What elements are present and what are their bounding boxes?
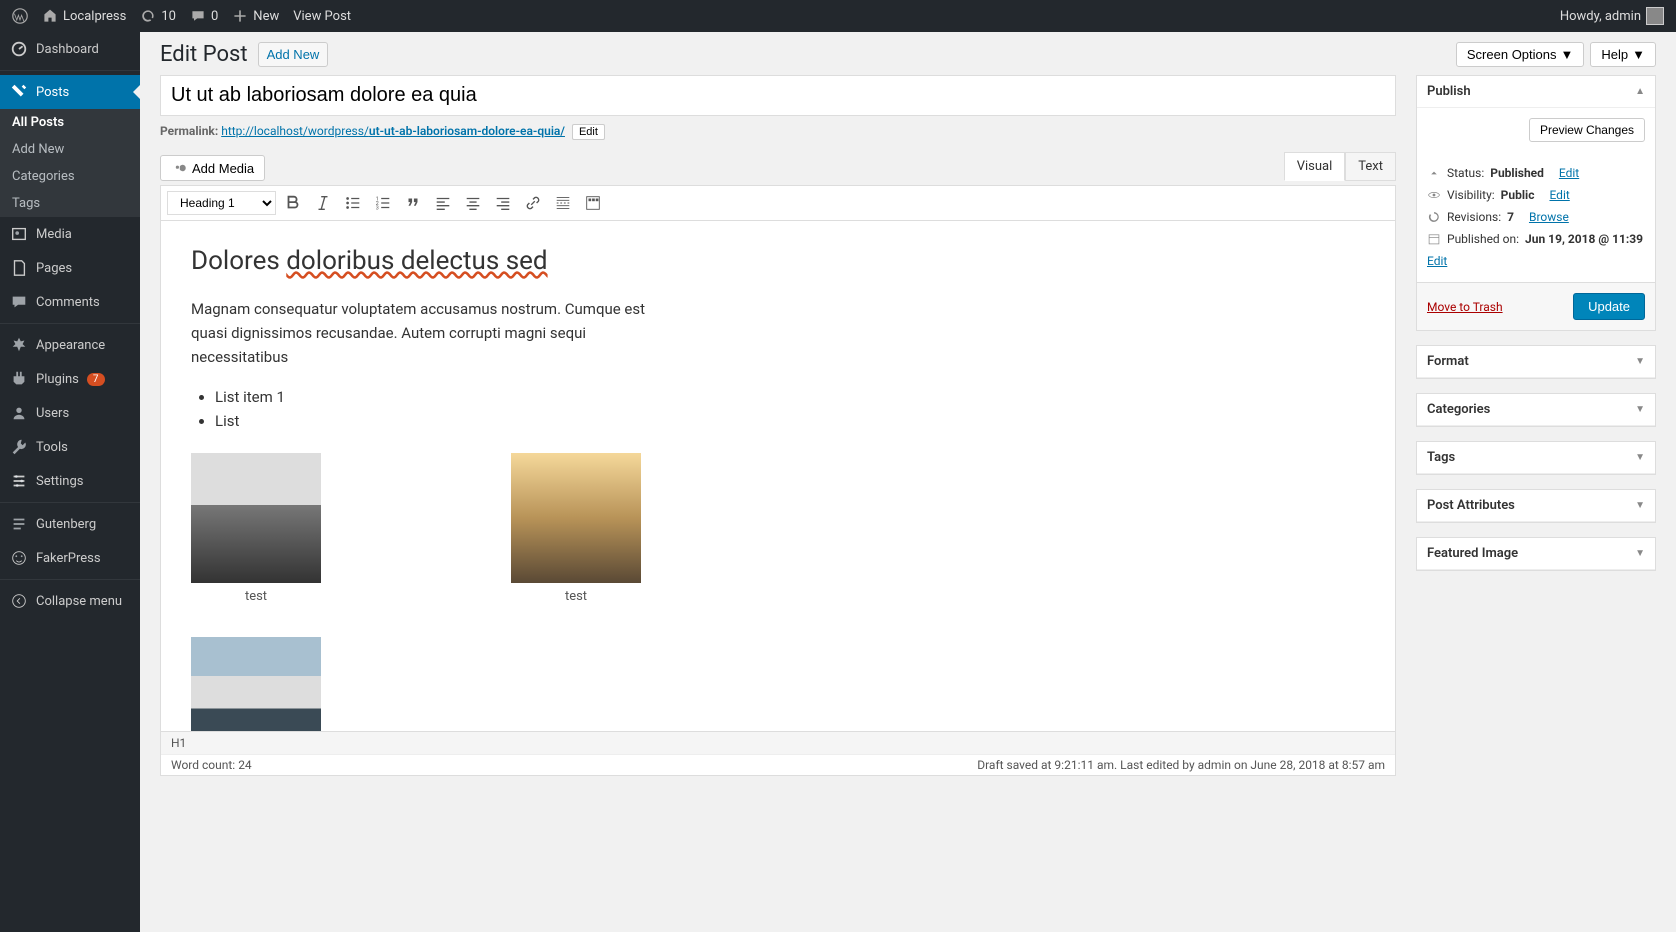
ol-button[interactable]: 123 — [370, 190, 396, 216]
tags-panel: Tags▼ — [1416, 441, 1656, 475]
publish-panel: Publish▲ Preview Changes Status: Publish… — [1416, 75, 1656, 331]
menu-gutenberg[interactable]: Gutenberg — [0, 507, 140, 541]
editor-path: H1 — [161, 731, 1395, 754]
word-count: Word count: 24 — [171, 758, 252, 772]
avatar-icon — [1646, 7, 1664, 25]
revisions-icon — [1427, 210, 1441, 224]
edit-status-link[interactable]: Edit — [1559, 166, 1579, 180]
ul-button[interactable] — [340, 190, 366, 216]
updates-link[interactable]: 10 — [140, 8, 176, 24]
gallery-item[interactable]: test — [511, 453, 641, 608]
menu-posts[interactable]: Posts — [0, 75, 140, 109]
publish-panel-header[interactable]: Publish▲ — [1417, 76, 1655, 108]
menu-plugins[interactable]: Plugins7 — [0, 362, 140, 396]
visibility-icon — [1427, 188, 1441, 202]
categories-panel: Categories▼ — [1416, 393, 1656, 427]
tags-panel-header[interactable]: Tags▼ — [1417, 442, 1655, 474]
menu-dashboard[interactable]: Dashboard — [0, 32, 140, 66]
save-status: Draft saved at 9:21:11 am. Last edited b… — [977, 758, 1385, 772]
gallery-image-icon — [511, 453, 641, 583]
chevron-down-icon: ▼ — [1635, 404, 1645, 415]
preview-button[interactable]: Preview Changes — [1529, 118, 1645, 142]
comments-link[interactable]: 0 — [190, 8, 218, 24]
submenu-all-posts[interactable]: All Posts — [0, 109, 140, 136]
gallery-image-icon[interactable] — [191, 637, 321, 731]
featured-image-panel-header[interactable]: Featured Image▼ — [1417, 538, 1655, 570]
screen-options-button[interactable]: Screen Options ▼ — [1456, 42, 1584, 67]
align-right-button[interactable] — [490, 190, 516, 216]
categories-panel-header[interactable]: Categories▼ — [1417, 394, 1655, 426]
chevron-down-icon: ▼ — [1635, 452, 1645, 463]
italic-button[interactable] — [310, 190, 336, 216]
edit-slug-button[interactable]: Edit — [572, 124, 605, 140]
editor-box: Heading 1 123 Dolores do — [160, 185, 1396, 776]
toolbar-toggle-button[interactable] — [580, 190, 606, 216]
post-title-input[interactable] — [160, 75, 1396, 116]
pin-icon — [1427, 166, 1441, 180]
gallery-image-icon — [191, 453, 321, 583]
editor-content[interactable]: Dolores doloribus delectus sed Magnam co… — [161, 221, 1395, 731]
main-content: Edit Post Add New Screen Options ▼ Help … — [140, 32, 1676, 932]
browse-revisions-link[interactable]: Browse — [1529, 210, 1569, 224]
attributes-panel-header[interactable]: Post Attributes▼ — [1417, 490, 1655, 522]
menu-pages[interactable]: Pages — [0, 251, 140, 285]
submenu-tags[interactable]: Tags — [0, 190, 140, 217]
attributes-panel: Post Attributes▼ — [1416, 489, 1656, 523]
featured-image-panel: Featured Image▼ — [1416, 537, 1656, 571]
format-panel-header[interactable]: Format▼ — [1417, 346, 1655, 378]
format-panel: Format▼ — [1416, 345, 1656, 379]
editor-toolbar: Heading 1 123 — [161, 186, 1395, 221]
visual-tab[interactable]: Visual — [1284, 152, 1346, 181]
menu-comments[interactable]: Comments — [0, 285, 140, 319]
edit-visibility-link[interactable]: Edit — [1549, 188, 1569, 202]
howdy-link[interactable]: Howdy, admin — [1560, 7, 1664, 25]
more-button[interactable] — [550, 190, 576, 216]
menu-settings[interactable]: Settings — [0, 464, 140, 498]
submenu-categories[interactable]: Categories — [0, 163, 140, 190]
bold-button[interactable] — [280, 190, 306, 216]
link-button[interactable] — [520, 190, 546, 216]
menu-users[interactable]: Users — [0, 396, 140, 430]
move-to-trash-link[interactable]: Move to Trash — [1427, 300, 1503, 314]
edit-date-link[interactable]: Edit — [1427, 254, 1447, 268]
chevron-down-icon: ▼ — [1635, 356, 1645, 367]
permalink-link[interactable]: http://localhost/wordpress/ut-ut-ab-labo… — [221, 124, 565, 138]
add-media-button[interactable]: Add Media — [160, 155, 265, 181]
add-new-button[interactable]: Add New — [258, 42, 329, 67]
menu-appearance[interactable]: Appearance — [0, 328, 140, 362]
page-title: Edit Post — [160, 42, 248, 67]
svg-text:3: 3 — [376, 205, 379, 211]
admin-bar: Localpress 10 0 New View Post Howdy, adm… — [0, 0, 1676, 32]
help-button[interactable]: Help ▼ — [1590, 42, 1656, 67]
menu-media[interactable]: Media — [0, 217, 140, 251]
chevron-up-icon: ▲ — [1635, 86, 1645, 97]
menu-tools[interactable]: Tools — [0, 430, 140, 464]
update-button[interactable]: Update — [1573, 293, 1645, 320]
chevron-down-icon: ▼ — [1635, 548, 1645, 559]
chevron-down-icon: ▼ — [1635, 500, 1645, 511]
admin-sidebar: Dashboard Posts All Posts Add New Catego… — [0, 32, 140, 932]
site-name[interactable]: Localpress — [42, 8, 126, 24]
new-link[interactable]: New — [232, 8, 279, 24]
permalink-row: Permalink: http://localhost/wordpress/ut… — [160, 124, 1396, 140]
view-post-link[interactable]: View Post — [293, 9, 351, 24]
menu-fakerpress[interactable]: FakerPress — [0, 541, 140, 575]
format-select[interactable]: Heading 1 — [167, 191, 276, 215]
submenu-add-new[interactable]: Add New — [0, 136, 140, 163]
align-center-button[interactable] — [460, 190, 486, 216]
text-tab[interactable]: Text — [1345, 152, 1396, 181]
align-left-button[interactable] — [430, 190, 456, 216]
gallery-item[interactable]: test — [191, 453, 321, 608]
plugins-count-badge: 7 — [87, 373, 105, 386]
collapse-menu[interactable]: Collapse menu — [0, 584, 140, 618]
calendar-icon — [1427, 232, 1441, 246]
quote-button[interactable] — [400, 190, 426, 216]
wordpress-logo-icon[interactable] — [12, 8, 28, 24]
